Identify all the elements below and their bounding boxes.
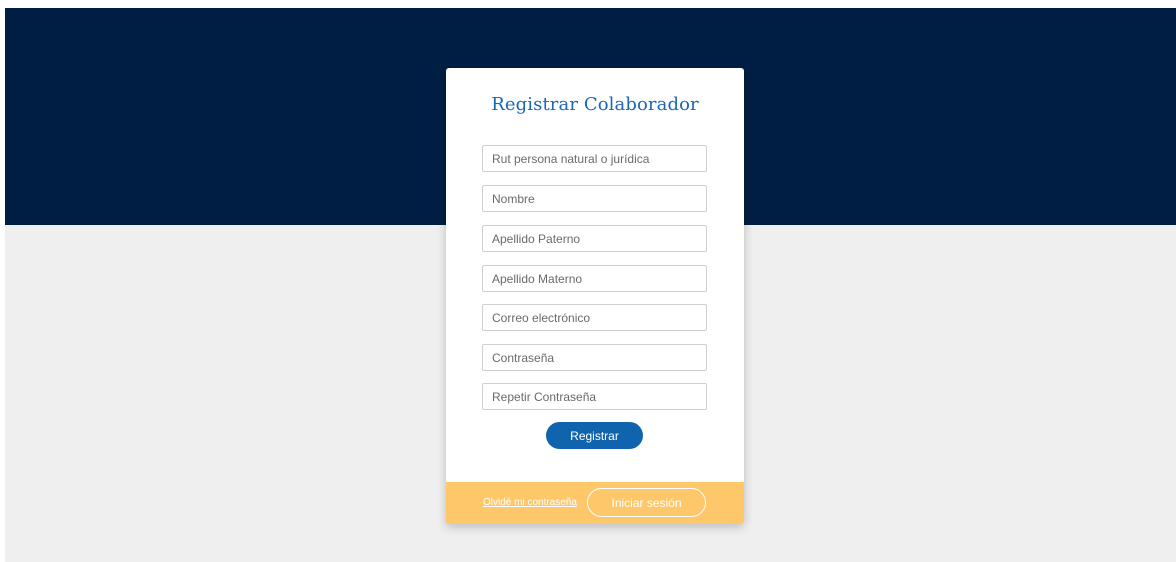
password-input[interactable] [482,344,707,371]
login-button[interactable]: Iniciar sesión [587,488,706,517]
page-background: Registrar Colaborador Registrar Olvidé m… [5,8,1176,562]
email-input[interactable] [482,304,707,331]
register-button[interactable]: Registrar [546,422,643,449]
apellido-materno-input[interactable] [482,265,707,292]
form-title: Registrar Colaborador [491,94,699,115]
apellido-paterno-input[interactable] [482,225,707,252]
nombre-input[interactable] [482,185,707,212]
rut-input[interactable] [482,145,707,172]
forgot-password-link[interactable]: Olvidé mi contraseña [483,497,577,508]
register-card: Registrar Colaborador Registrar Olvidé m… [446,68,744,524]
card-footer: Olvidé mi contraseña Iniciar sesión [446,482,744,524]
repeat-password-input[interactable] [482,383,707,410]
